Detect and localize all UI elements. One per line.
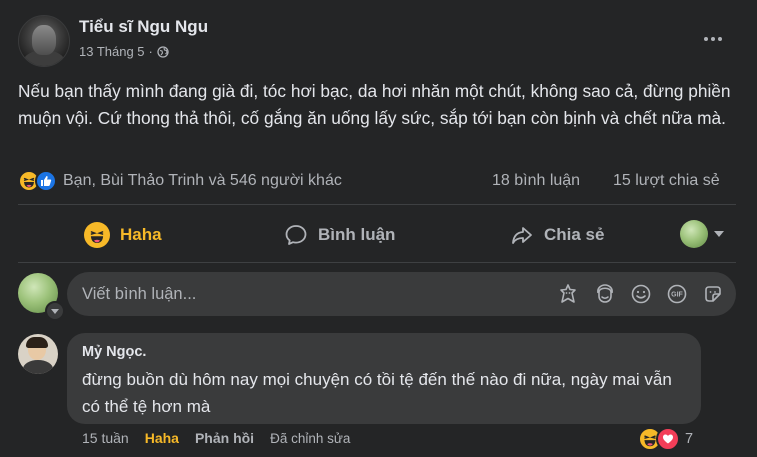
divider	[18, 204, 736, 205]
svg-text:GIF: GIF	[671, 292, 683, 299]
comment-reaction-count: 7	[685, 431, 694, 447]
comment-button[interactable]: Bình luận	[284, 219, 395, 251]
love-icon	[656, 427, 680, 451]
comment-actions: 15 tuần Haha Phản hồi Đã chỉnh sửa	[82, 430, 366, 446]
more-icon	[704, 37, 708, 41]
post-meta: 13 Tháng 5 ·	[79, 44, 169, 59]
avatar-icon[interactable]	[593, 282, 617, 306]
composer-tools: GIF	[557, 282, 725, 306]
comment-label: Bình luận	[318, 225, 396, 244]
reaction-names: Bạn, Bùi Thảo Trinh và 546 người khác	[63, 172, 342, 189]
share-label: Chia sẻ	[544, 225, 605, 244]
reaction-summary[interactable]: Bạn, Bùi Thảo Trinh và 546 người khác	[18, 169, 342, 193]
comment-reply-button[interactable]: Phản hồi	[195, 430, 254, 446]
sticker-icon[interactable]	[701, 282, 725, 306]
more-options-button[interactable]	[697, 25, 729, 53]
comment-count-link[interactable]: 18 bình luận	[492, 172, 580, 190]
comment-time[interactable]: 15 tuần	[82, 430, 129, 446]
post-text: Nếu bạn thấy mình đang già đi, tóc hơi b…	[18, 81, 731, 128]
meta-separator: ·	[148, 44, 153, 59]
react-as-selector[interactable]	[680, 219, 724, 249]
divider	[18, 262, 736, 263]
gif-icon[interactable]: GIF	[665, 282, 689, 306]
like-icon	[35, 170, 57, 192]
profile-avatar	[680, 220, 708, 248]
haha-icon	[84, 222, 110, 248]
share-button[interactable]: Chia sẻ	[510, 219, 604, 251]
comment-haha-button[interactable]: Haha	[145, 430, 179, 446]
haha-react-button[interactable]: Haha	[84, 219, 162, 251]
comment-author[interactable]: Mỷ Ngọc.	[82, 344, 146, 360]
post-date[interactable]: 13 Tháng 5	[79, 44, 145, 59]
comment-icon	[285, 225, 307, 245]
avatar-sticker-icon[interactable]	[557, 282, 581, 306]
comment-placeholder: Viết bình luận...	[82, 285, 197, 303]
page-name[interactable]: Tiểu sĩ Ngu Ngu	[79, 17, 208, 37]
chevron-down-icon	[51, 308, 59, 314]
comment-text: đừng buồn dù hôm nay mọi chuyện có tồi t…	[82, 370, 672, 416]
haha-label: Haha	[120, 225, 162, 244]
profile-switch-badge[interactable]	[45, 301, 65, 321]
commenter-avatar[interactable]	[18, 334, 58, 374]
globe-icon	[157, 45, 169, 58]
comment-reaction-summary[interactable]: 7	[638, 427, 693, 451]
share-count-link[interactable]: 15 lượt chia sẻ	[613, 172, 720, 190]
share-icon	[512, 227, 532, 244]
comment-edited-label: Đã chỉnh sửa	[270, 430, 351, 446]
page-avatar[interactable]	[18, 15, 70, 67]
chevron-down-icon	[714, 231, 724, 237]
emoji-icon[interactable]	[629, 282, 653, 306]
